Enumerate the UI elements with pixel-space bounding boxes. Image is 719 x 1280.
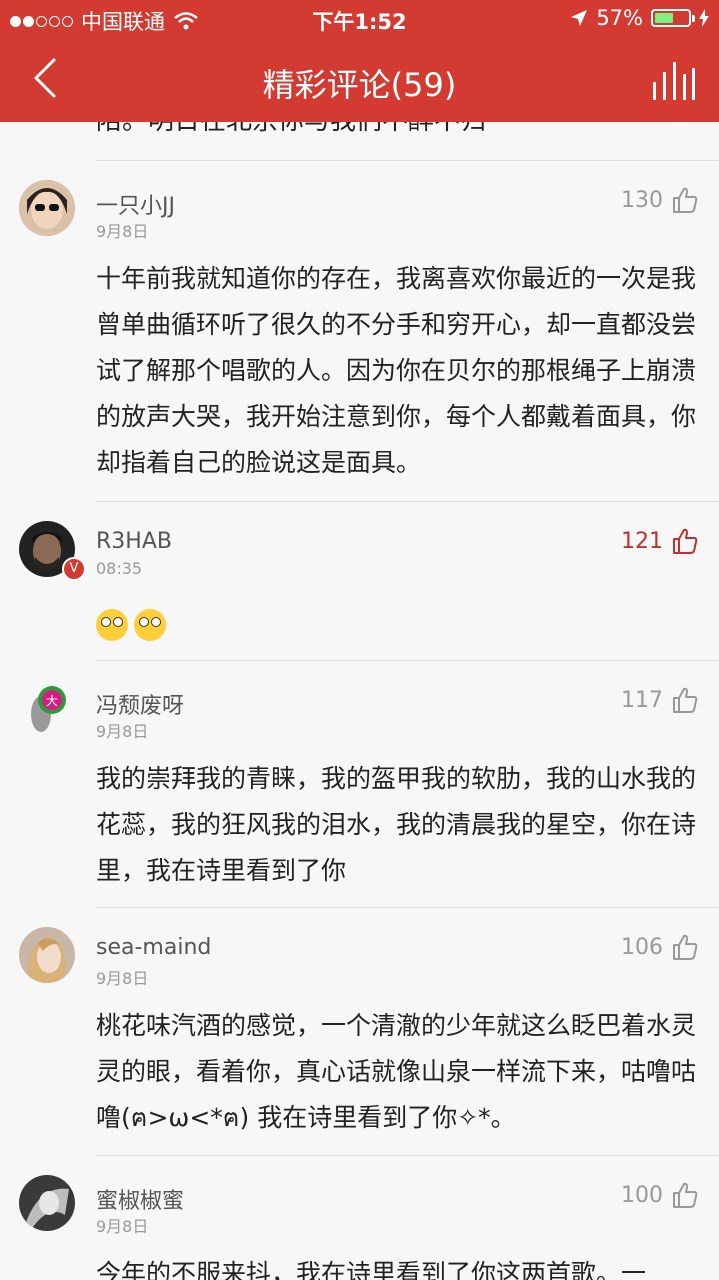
battery-icon: [651, 9, 695, 27]
battery-fill: [655, 13, 674, 23]
thumbs-up-icon: [673, 187, 698, 213]
like-button[interactable]: 106: [621, 933, 699, 961]
divider: [96, 660, 719, 661]
like-button[interactable]: 130: [621, 186, 699, 214]
charging-bolt-icon: [699, 9, 709, 27]
comment-date: 9月8日: [96, 1217, 149, 1236]
battery-percent: 57%: [596, 6, 643, 30]
verified-badge: V: [62, 557, 86, 581]
like-count: 121: [621, 528, 663, 554]
comment-text: 今年的不服来抖，我在诗里看到了你这两首歌。一: [96, 1259, 647, 1280]
thumbs-up-icon: [673, 1182, 698, 1208]
svg-text:大: 大: [46, 694, 58, 708]
like-count: 106: [621, 934, 663, 960]
thumbs-up-icon: [673, 934, 698, 960]
comment-username[interactable]: sea-maind: [96, 935, 211, 960]
like-count: 130: [621, 187, 663, 213]
comment-list[interactable]: 陪。明日在北京你与我们不醉不归 一只小JJ 9月8日 130 十年前我就知道你的…: [0, 122, 719, 1280]
comment-username[interactable]: R3HAB: [96, 529, 172, 554]
status-right: 57%: [570, 6, 709, 30]
now-playing-bars-icon[interactable]: [651, 60, 695, 100]
avatar[interactable]: [19, 927, 75, 983]
status-bar: 中国联通 下午1:52 57%: [0, 0, 719, 38]
previous-comment-tail: 陪。明日在北京你与我们不醉不归: [96, 122, 486, 137]
flushed-face-emoji: [96, 609, 128, 641]
comment-username[interactable]: 冯颓废呀: [96, 688, 184, 720]
divider: [96, 160, 719, 161]
comment-username[interactable]: 一只小JJ: [96, 188, 175, 220]
location-arrow-icon: [571, 10, 588, 26]
avatar[interactable]: [19, 1175, 75, 1231]
comment-date: 9月8日: [96, 969, 149, 988]
comment-date: 9月8日: [96, 722, 149, 741]
like-count: 117: [621, 687, 663, 713]
thumbs-up-icon: [673, 687, 698, 713]
divider: [96, 501, 719, 502]
comment-date: 9月8日: [96, 222, 149, 241]
avatar[interactable]: [19, 180, 75, 236]
comment-username[interactable]: 蜜椒椒蜜: [96, 1183, 184, 1215]
comment-date: 08:35: [96, 559, 143, 578]
nav-bar: 精彩评论(59): [0, 38, 719, 122]
like-button[interactable]: 117: [621, 686, 699, 714]
avatar[interactable]: 大: [19, 680, 75, 736]
page-title: 精彩评论(59): [262, 66, 457, 104]
thumbs-up-icon: [673, 528, 698, 554]
comment-text: 我的崇拜我的青睐，我的盔甲我的软肋，我的山水我的花蕊，我的狂风我的泪水，我的清晨…: [96, 764, 697, 885]
comment-text: 十年前我就知道你的存在，我离喜欢你最近的一次是我曾单曲循环听了很久的不分手和穷开…: [96, 264, 697, 477]
like-button[interactable]: 121: [621, 527, 699, 555]
flushed-face-emoji: [134, 609, 166, 641]
comment-emoji-row: [96, 601, 696, 647]
like-count: 100: [621, 1182, 663, 1208]
divider: [96, 1155, 719, 1156]
comment-text: 桃花味汽酒的感觉，一个清澈的少年就这么眨巴着水灵灵的眼，看着你，真心话就像山泉一…: [96, 1011, 697, 1132]
like-button[interactable]: 100: [621, 1181, 699, 1209]
divider: [96, 907, 719, 908]
